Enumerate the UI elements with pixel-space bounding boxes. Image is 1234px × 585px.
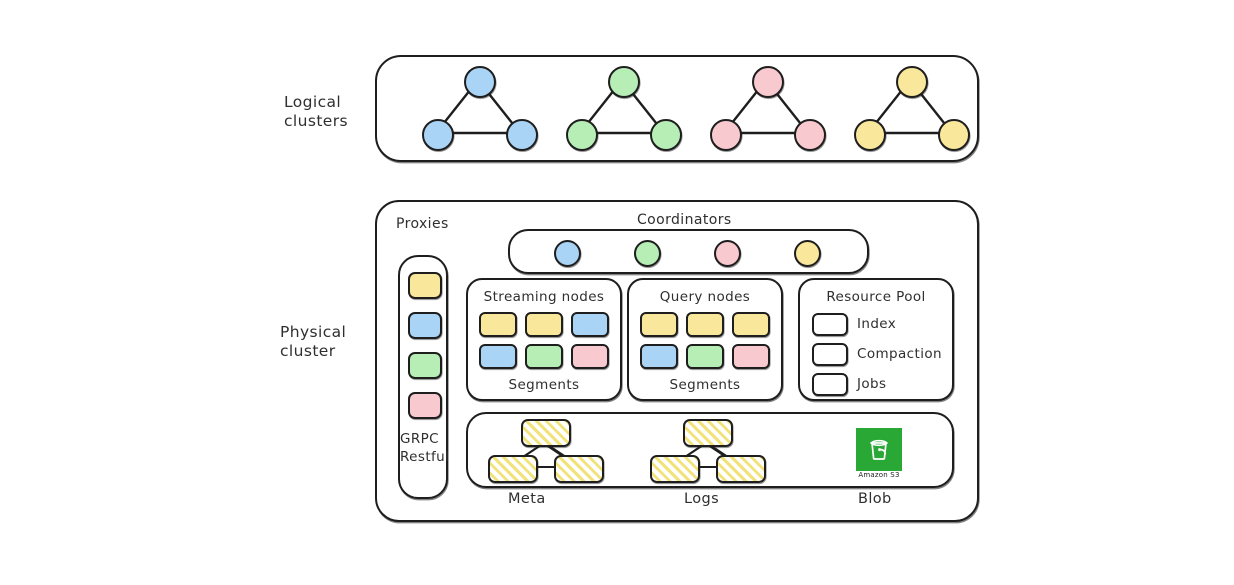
storage-node [650, 455, 700, 483]
cluster-node [566, 119, 598, 151]
streaming-nodes-group: Streaming nodes Segments [466, 278, 622, 401]
cluster-node [752, 66, 784, 98]
resource-pool-group: Resource Pool Index Compaction Jobs [798, 278, 954, 401]
cluster-node [710, 119, 742, 151]
coordinator-node [634, 240, 661, 267]
coordinator-node [794, 240, 821, 267]
cluster-node [608, 66, 640, 98]
resource-pool-item: Jobs [812, 373, 944, 396]
amazon-s3-icon [856, 428, 902, 471]
resource-pool-chip [812, 313, 848, 336]
segment-chip [525, 312, 563, 337]
coordinator-node [554, 240, 581, 267]
cluster-node [650, 119, 682, 151]
physical-cluster-label: Physical cluster [280, 323, 347, 361]
logical-cluster-2 [566, 66, 682, 151]
cluster-node [464, 66, 496, 98]
storage-node [488, 455, 538, 483]
proxy-chip [408, 352, 442, 379]
blob-label: Blob [858, 491, 892, 507]
cluster-node [506, 119, 538, 151]
segment-chip [640, 344, 678, 369]
resource-pool-item-label: Compaction [857, 346, 942, 363]
amazon-s3-caption: Amazon S3 [858, 471, 900, 479]
meta-label: Meta [508, 491, 546, 507]
logs-cluster [650, 419, 766, 483]
proxy-chip [408, 272, 442, 299]
segment-chip [686, 312, 724, 337]
query-segments-grid [640, 312, 770, 369]
cluster-node [896, 66, 928, 98]
segment-chip [732, 312, 770, 337]
resource-pool-list: Index Compaction Jobs [812, 313, 944, 403]
logical-cluster-1 [422, 66, 538, 151]
proxies-protocols-label: GRPC Restful [400, 431, 450, 466]
storage-node [521, 419, 571, 447]
logs-label: Logs [684, 491, 720, 507]
streaming-segments-label: Segments [508, 377, 580, 394]
logical-cluster-3 [710, 66, 826, 151]
coordinators-container [508, 229, 869, 274]
logical-clusters-label: Logical clusters [284, 93, 348, 131]
coordinators-label: Coordinators [637, 212, 732, 228]
cluster-node [938, 119, 970, 151]
query-segments-label: Segments [669, 377, 741, 394]
query-nodes-title: Query nodes [659, 289, 751, 305]
storage-node [683, 419, 733, 447]
resource-pool-item-label: Jobs [857, 376, 887, 393]
coordinator-node [714, 240, 741, 267]
resource-pool-title: Resource Pool [826, 289, 926, 305]
storage-node [554, 455, 604, 483]
segment-chip [686, 344, 724, 369]
meta-cluster [488, 419, 604, 483]
segment-chip [640, 312, 678, 337]
logical-clusters-container [375, 55, 979, 162]
segment-chip [479, 344, 517, 369]
resource-pool-item: Compaction [812, 343, 944, 366]
proxy-chip [408, 392, 442, 419]
streaming-nodes-title: Streaming nodes [483, 289, 605, 305]
segment-chip [571, 312, 609, 337]
logical-cluster-4 [854, 66, 970, 151]
cluster-node [422, 119, 454, 151]
resource-pool-item-label: Index [857, 316, 897, 333]
cluster-node [794, 119, 826, 151]
resource-pool-chip [812, 373, 848, 396]
proxies-label: Proxies [396, 216, 449, 232]
resource-pool-chip [812, 343, 848, 366]
segment-chip [732, 344, 770, 369]
cluster-node [854, 119, 886, 151]
streaming-segments-grid [479, 312, 609, 369]
segment-chip [479, 312, 517, 337]
storage-node [716, 455, 766, 483]
segment-chip [571, 344, 609, 369]
proxy-chip [408, 312, 442, 339]
query-nodes-group: Query nodes Segments [627, 278, 783, 401]
segment-chip [525, 344, 563, 369]
resource-pool-item: Index [812, 313, 944, 336]
